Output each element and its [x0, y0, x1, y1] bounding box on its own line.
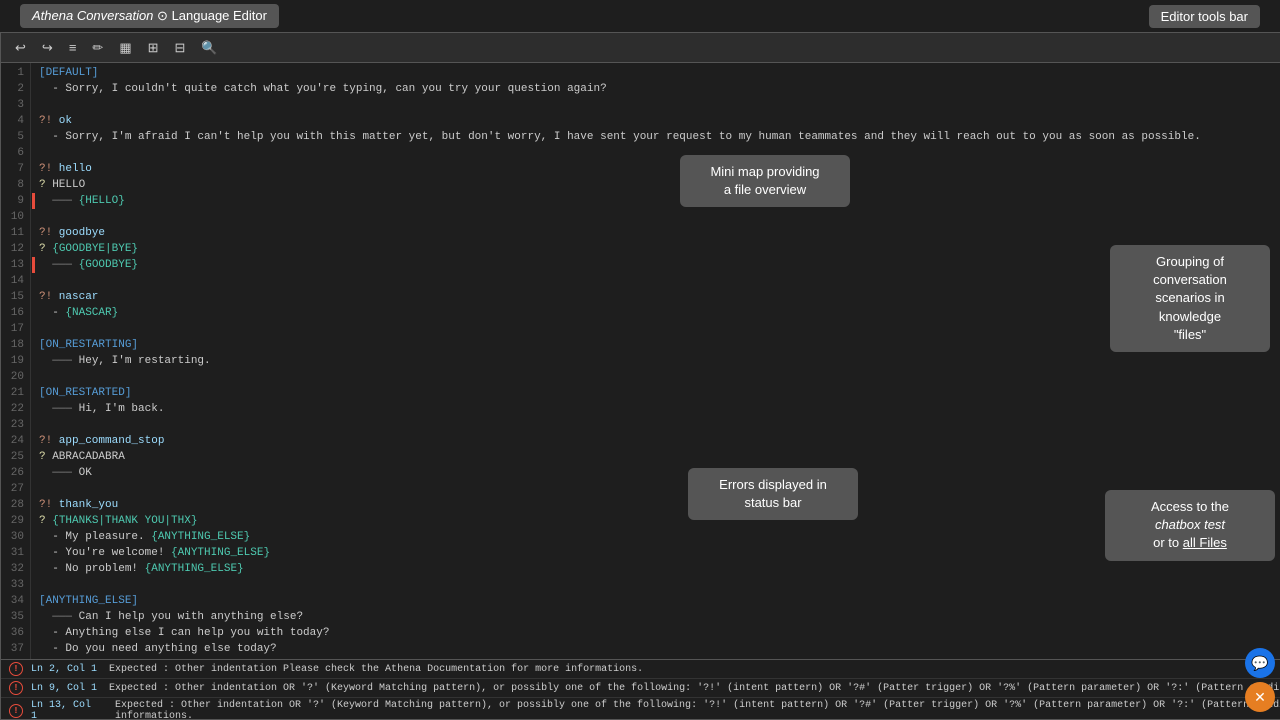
status-message: Expected : Other indentation OR '?' (Key…	[109, 683, 1280, 694]
error-icon: !	[9, 662, 23, 676]
code-line-34: [ANYTHING_ELSE]	[39, 593, 1280, 609]
status-location: Ln 2, Col 1	[31, 664, 97, 675]
status-item: ! Ln 9, Col 1 Expected : Other indentati…	[1, 679, 1280, 698]
undo-button[interactable]: ↩	[9, 37, 32, 59]
editor-content: 1234567891011121314151617181920212223242…	[1, 63, 1280, 659]
app-title-italic: Athena Conversation	[32, 8, 153, 23]
chatbox-icons: 💬 ✕	[1245, 648, 1275, 712]
code-area[interactable]: [DEFAULT] - Sorry, I couldn't quite catc…	[31, 63, 1280, 659]
status-item: ! Ln 13, Col 1 Expected : Other indentat…	[1, 698, 1280, 719]
chatbox-test-button[interactable]: 💬	[1245, 648, 1275, 678]
code-line-20	[39, 369, 1280, 385]
line-numbers: 1234567891011121314151617181920212223242…	[1, 63, 31, 659]
code-line-37: - Do you need anything else today?	[39, 641, 1280, 657]
add-button[interactable]: ⊞	[142, 37, 165, 59]
code-line-8: ? HELLO	[39, 177, 1280, 193]
code-line-35: ——— Can I help you with anything else?	[39, 609, 1280, 625]
status-bar: ! Ln 2, Col 1 Expected : Other indentati…	[1, 659, 1280, 719]
table-button[interactable]: ▦	[113, 37, 137, 59]
code-line-3	[39, 97, 1280, 113]
all-files-button[interactable]: ✕	[1245, 682, 1275, 712]
code-line-29: ? {THANKS|THANK YOU|THX}	[39, 513, 1280, 529]
code-line-16: - {NASCAR}	[39, 305, 1280, 321]
code-line-4: ?! ok	[39, 113, 1280, 129]
code-line-15: ?! nascar	[39, 289, 1280, 305]
app-title-label: Athena Conversation ⊙ Language Editor	[20, 4, 279, 28]
status-message: Expected : Other indentation Please chec…	[109, 664, 643, 675]
code-line-12: ? {GOODBYE|BYE}	[39, 241, 1280, 257]
code-line-14	[39, 273, 1280, 289]
error-icon: !	[9, 704, 23, 718]
code-line-30: - My pleasure. {ANYTHING_ELSE}	[39, 529, 1280, 545]
code-line-9: ——— {HELLO}	[32, 193, 1280, 209]
app-subtitle: Language Editor	[172, 8, 267, 23]
code-line-32: - No problem! {ANYTHING_ELSE}	[39, 561, 1280, 577]
edit-button[interactable]: ✏	[86, 37, 109, 59]
code-line-36: - Anything else I can help you with toda…	[39, 625, 1280, 641]
top-annotation-bar: Athena Conversation ⊙ Language Editor Ed…	[0, 0, 1280, 32]
code-line-33	[39, 577, 1280, 593]
editor-tools-label: Editor tools bar	[1149, 5, 1260, 28]
status-location: Ln 13, Col 1	[31, 700, 103, 719]
code-line-17	[39, 321, 1280, 337]
code-line-6	[39, 145, 1280, 161]
redo-button[interactable]: ↪	[36, 37, 59, 59]
code-line-18: [ON_RESTARTING]	[39, 337, 1280, 353]
code-line-25: ? ABRACADABRA	[39, 449, 1280, 465]
error-icon: !	[9, 681, 23, 695]
status-message: Expected : Other indentation OR '?' (Key…	[115, 700, 1280, 719]
editor-toolbar: ↩ ↪ ≡ ✏ ▦ ⊞ ⊟ 🔍 QUIT WITHOUT SAVING SAVE	[1, 33, 1280, 63]
code-line-7: ?! hello	[39, 161, 1280, 177]
code-line-27	[39, 481, 1280, 497]
code-line-24: ?! app_command_stop	[39, 433, 1280, 449]
search-button[interactable]: 🔍	[195, 37, 223, 59]
status-location: Ln 9, Col 1	[31, 683, 97, 694]
status-item: ! Ln 2, Col 1 Expected : Other indentati…	[1, 660, 1280, 679]
code-line-26: ——— OK	[39, 465, 1280, 481]
remove-button[interactable]: ⊟	[169, 37, 192, 59]
code-line-13: ——— {GOODBYE}	[32, 257, 1280, 273]
format-button[interactable]: ≡	[63, 37, 83, 58]
editor-area: ↩ ↪ ≡ ✏ ▦ ⊞ ⊟ 🔍 QUIT WITHOUT SAVING SAVE…	[0, 32, 1280, 720]
main-container: ↩ ↪ ≡ ✏ ▦ ⊞ ⊟ 🔍 QUIT WITHOUT SAVING SAVE…	[0, 32, 1280, 720]
code-line-2: - Sorry, I couldn't quite catch what you…	[39, 81, 1280, 97]
code-line-38: ?! yes	[39, 657, 1280, 659]
code-line-28: ?! thank_you	[39, 497, 1280, 513]
code-line-31: - You're welcome! {ANYTHING_ELSE}	[39, 545, 1280, 561]
code-line-21: [ON_RESTARTED]	[39, 385, 1280, 401]
code-line-1: [DEFAULT]	[39, 65, 1280, 81]
code-line-22: ——— Hi, I'm back.	[39, 401, 1280, 417]
code-line-19: ——— Hey, I'm restarting.	[39, 353, 1280, 369]
code-line-5: - Sorry, I'm afraid I can't help you wit…	[39, 129, 1280, 145]
code-line-11: ?! goodbye	[39, 225, 1280, 241]
code-line-23	[39, 417, 1280, 433]
code-line-10	[39, 209, 1280, 225]
